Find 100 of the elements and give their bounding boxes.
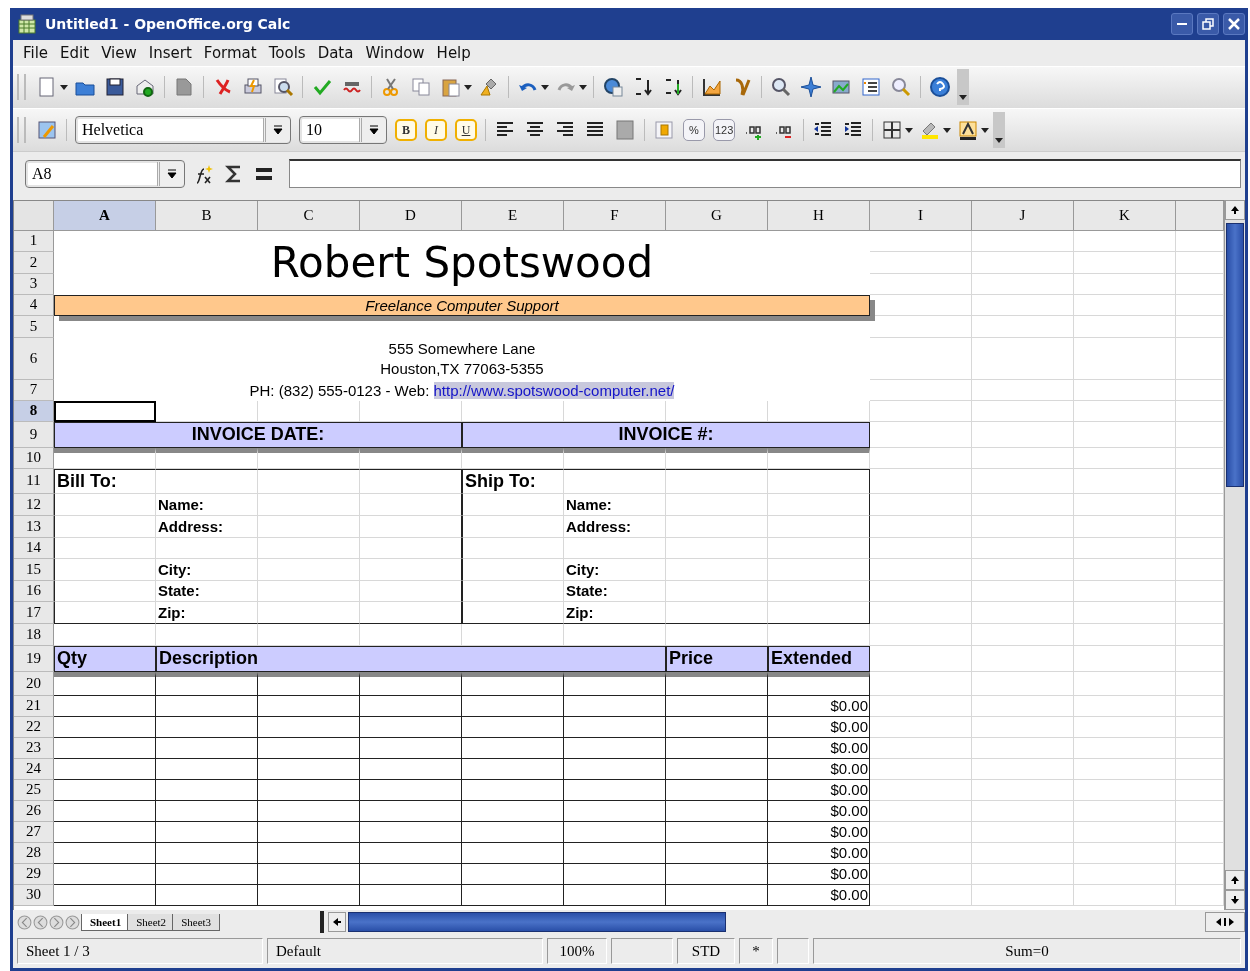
grid-cell[interactable] <box>462 884 564 906</box>
grid-cell[interactable] <box>360 580 462 602</box>
menu-item[interactable]: Window <box>359 43 431 62</box>
row-header[interactable]: 15 <box>14 558 54 581</box>
grid-cell[interactable] <box>462 779 564 801</box>
row-header[interactable]: 9 <box>14 421 54 448</box>
menu-item[interactable]: Tools <box>262 43 312 62</box>
field-label[interactable]: State: <box>564 580 666 602</box>
row-header[interactable]: 26 <box>14 800 54 822</box>
grid-cell[interactable] <box>462 800 564 822</box>
splitter-handle[interactable] <box>320 911 325 934</box>
text-style-button[interactable]: B <box>395 119 417 142</box>
menu-item[interactable]: Format <box>197 43 263 62</box>
caret-icon[interactable] <box>905 126 914 135</box>
table-cell[interactable]: $0.00 <box>768 842 870 864</box>
grid-cell[interactable] <box>360 537 462 559</box>
close-button[interactable] <box>1223 12 1245 35</box>
row-header[interactable]: 19 <box>14 645 54 672</box>
scroll-down-button[interactable] <box>1225 890 1245 911</box>
table-cell[interactable]: $0.00 <box>768 863 870 885</box>
column-header[interactable]: C <box>258 200 360 231</box>
sheet-navigation-button[interactable] <box>33 914 48 930</box>
caret-icon[interactable] <box>541 83 549 92</box>
column-header[interactable]: J <box>972 200 1074 231</box>
grid-cell[interactable] <box>666 863 768 885</box>
field-label[interactable]: Name: <box>564 493 666 516</box>
menu-item[interactable]: Edit <box>54 43 96 62</box>
grid-cell[interactable] <box>564 695 666 717</box>
vertical-scrollbar[interactable] <box>1224 199 1245 911</box>
horizontal-scrollbar[interactable] <box>328 911 1245 934</box>
grid-cell[interactable] <box>54 821 156 843</box>
grid-cell[interactable] <box>258 821 360 843</box>
row-header[interactable]: 10 <box>14 447 54 469</box>
table-cell[interactable]: $0.00 <box>768 779 870 801</box>
grid-cell[interactable] <box>462 842 564 864</box>
grid-cell[interactable] <box>156 468 258 494</box>
name-box[interactable]: A8 <box>25 159 185 188</box>
text-style-button[interactable]: I <box>425 119 447 142</box>
scroll-up-button[interactable] <box>1225 870 1245 891</box>
row-header[interactable]: 22 <box>14 716 54 738</box>
row-header[interactable]: 2 <box>14 251 54 274</box>
grid-cell[interactable] <box>258 779 360 801</box>
website-link[interactable]: http://www.spotswood-computer.net/ <box>433 381 675 399</box>
field-label[interactable]: Address: <box>156 515 258 538</box>
select-all-corner[interactable] <box>14 200 54 231</box>
grid-cell[interactable] <box>156 716 258 738</box>
grid-cell[interactable] <box>156 800 258 822</box>
field-label[interactable]: Address: <box>564 515 666 538</box>
row-header[interactable]: 6 <box>14 337 54 380</box>
field-label[interactable]: Zip: <box>156 601 258 624</box>
list-icon[interactable] <box>860 76 882 99</box>
font-size-field[interactable]: 10 <box>299 116 387 145</box>
grid-cell[interactable] <box>768 558 870 581</box>
grid-cell[interactable] <box>258 800 360 822</box>
toolbar-overflow-button[interactable] <box>993 112 1006 149</box>
toolbar-grip[interactable] <box>17 74 26 101</box>
grid-cell[interactable] <box>360 863 462 885</box>
globe-icon[interactable] <box>602 76 624 99</box>
row-header[interactable]: 3 <box>14 273 54 295</box>
row-header[interactable]: 7 <box>14 379 54 401</box>
grid-cell[interactable] <box>360 842 462 864</box>
coins-icon[interactable] <box>653 119 675 142</box>
row-header[interactable]: 27 <box>14 821 54 843</box>
field-label[interactable]: Zip: <box>564 601 666 624</box>
grid-cell[interactable] <box>564 800 666 822</box>
grid-cell[interactable] <box>564 779 666 801</box>
grid-cell[interactable] <box>768 580 870 602</box>
borders-icon[interactable] <box>881 119 904 142</box>
grid-cell[interactable] <box>258 758 360 780</box>
sheet-navigation-button[interactable] <box>17 914 32 930</box>
stylist-icon[interactable] <box>36 119 58 142</box>
table-cell[interactable]: $0.00 <box>768 821 870 843</box>
grid-cell[interactable] <box>360 515 462 538</box>
grid-cell[interactable] <box>360 601 462 624</box>
row-header[interactable]: 17 <box>14 601 54 624</box>
grid-cell[interactable] <box>768 515 870 538</box>
column-header[interactable]: K <box>1074 200 1176 231</box>
grid-cell[interactable] <box>54 716 156 738</box>
grid-cell[interactable] <box>666 716 768 738</box>
grid-cell[interactable] <box>156 842 258 864</box>
compass-star-icon[interactable] <box>800 76 822 99</box>
toolbar-overflow-button[interactable] <box>957 69 969 106</box>
grid-cell[interactable] <box>360 695 462 717</box>
help-icon[interactable] <box>929 76 951 99</box>
sheet-tab[interactable]: Sheet3 <box>172 913 221 931</box>
scroll-up-button[interactable] <box>1225 199 1245 220</box>
grid-cell[interactable] <box>564 863 666 885</box>
row-header[interactable]: 14 <box>14 537 54 559</box>
row-header[interactable]: 29 <box>14 863 54 885</box>
menu-item[interactable]: Help <box>430 43 477 62</box>
minimize-button[interactable] <box>1171 12 1193 35</box>
grid-cell[interactable] <box>360 493 462 516</box>
grid-cell[interactable] <box>54 842 156 864</box>
table-cell[interactable]: $0.00 <box>768 800 870 822</box>
grid-cell[interactable] <box>360 737 462 759</box>
font-color-icon[interactable] <box>957 119 980 142</box>
grid-cell[interactable] <box>156 737 258 759</box>
table-cell[interactable]: $0.00 <box>768 695 870 717</box>
grid-cell[interactable] <box>156 884 258 906</box>
grid-cell[interactable] <box>258 842 360 864</box>
